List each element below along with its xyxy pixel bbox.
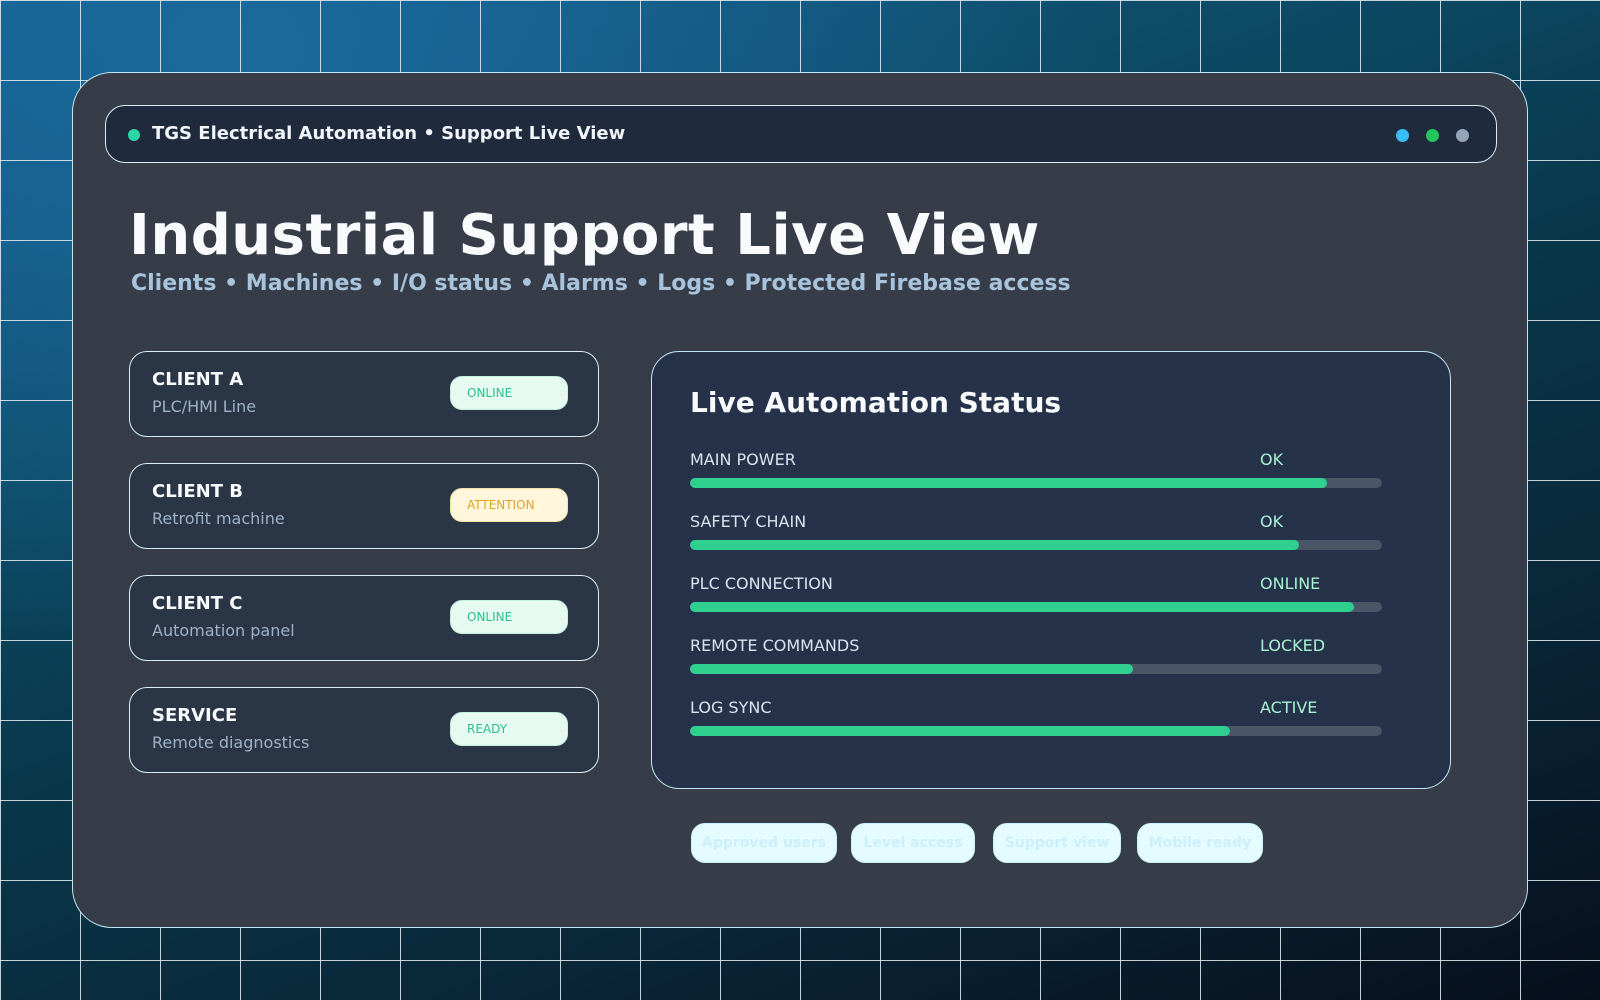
status-bar-fill: [690, 478, 1327, 488]
status-label: REMOTE COMMANDS: [690, 636, 860, 655]
status-row-log-sync: LOG SYNC ACTIVE: [690, 698, 1382, 738]
status-label: PLC CONNECTION: [690, 574, 833, 593]
status-bar-track: [690, 664, 1382, 674]
status-bar-track: [690, 602, 1382, 612]
status-bar-fill: [690, 664, 1133, 674]
status-badge: READY: [450, 712, 568, 746]
window-control-gray-icon[interactable]: [1456, 129, 1469, 142]
window-control-green-icon[interactable]: [1426, 129, 1439, 142]
client-description: Automation panel: [152, 621, 295, 640]
client-name: CLIENT B: [152, 481, 244, 502]
tag-approved-users[interactable]: Approved users: [691, 823, 837, 863]
status-row-safety-chain: SAFETY CHAIN OK: [690, 512, 1382, 552]
status-value: ONLINE: [1260, 574, 1321, 593]
status-badge: ONLINE: [450, 376, 568, 410]
live-status-panel: Live Automation Status MAIN POWER OK SAF…: [651, 351, 1451, 789]
status-bar-fill: [690, 602, 1355, 612]
status-bar-track: [690, 726, 1382, 736]
tag-level-access[interactable]: Level access: [851, 823, 975, 863]
status-label: MAIN POWER: [690, 450, 796, 469]
status-value: OK: [1260, 450, 1284, 469]
window-control-blue-icon[interactable]: [1396, 129, 1409, 142]
client-card-service[interactable]: SERVICE Remote diagnostics READY: [129, 687, 599, 773]
client-description: Remote diagnostics: [152, 733, 310, 752]
status-badge: ATTENTION: [450, 488, 568, 522]
client-description: Retrofit machine: [152, 509, 285, 528]
client-name: CLIENT C: [152, 593, 243, 614]
client-name: SERVICE: [152, 705, 238, 726]
page-title: Industrial Support Live View: [129, 203, 1040, 268]
page-subtitle: Clients • Machines • I/O status • Alarms…: [131, 271, 1071, 296]
client-name: CLIENT A: [152, 369, 244, 390]
tag-mobile-ready[interactable]: Mobile ready: [1137, 823, 1263, 863]
status-row-plc-connection: PLC CONNECTION ONLINE: [690, 574, 1382, 614]
status-bar-track: [690, 478, 1382, 488]
client-description: PLC/HMI Line: [152, 397, 257, 416]
status-value: LOCKED: [1260, 636, 1326, 655]
live-status-title: Live Automation Status: [690, 386, 1062, 419]
status-dot-icon: [128, 129, 140, 141]
client-card-c[interactable]: CLIENT C Automation panel ONLINE: [129, 575, 599, 661]
status-label: SAFETY CHAIN: [690, 512, 807, 531]
status-badge: ONLINE: [450, 600, 568, 634]
client-card-b[interactable]: CLIENT B Retrofit machine ATTENTION: [129, 463, 599, 549]
status-bar-track: [690, 540, 1382, 550]
window-title: TGS Electrical Automation • Support Live…: [152, 123, 626, 144]
window-titlebar: TGS Electrical Automation • Support Live…: [105, 105, 1497, 163]
client-card-a[interactable]: CLIENT A PLC/HMI Line ONLINE: [129, 351, 599, 437]
main-panel: TGS Electrical Automation • Support Live…: [72, 72, 1528, 928]
status-bar-fill: [690, 726, 1230, 736]
status-bar-fill: [690, 540, 1299, 550]
status-row-main-power: MAIN POWER OK: [690, 450, 1382, 490]
tag-support-view[interactable]: Support view: [993, 823, 1121, 863]
status-row-remote-commands: REMOTE COMMANDS LOCKED: [690, 636, 1382, 676]
status-value: ACTIVE: [1260, 698, 1318, 717]
status-value: OK: [1260, 512, 1284, 531]
status-label: LOG SYNC: [690, 698, 772, 717]
